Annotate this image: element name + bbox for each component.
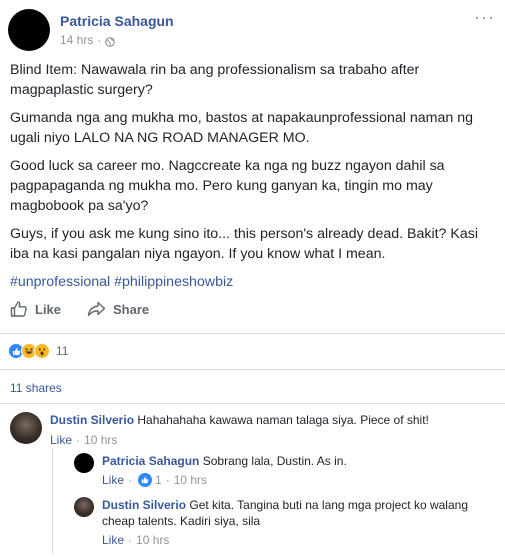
divider [0, 333, 505, 334]
comment-text: Sobrang lala, Dustin. As in. [202, 454, 347, 468]
comment-timestamp[interactable]: 10 hrs [136, 532, 169, 548]
comment-meta: Like · 10 hrs [102, 532, 492, 548]
shares-link[interactable]: 11 shares [10, 381, 62, 395]
post-paragraph: Blind Item: Nawawala rin ba ang professi… [10, 62, 420, 98]
comment-body: Dustin Silverio Hahahahaha kawawa naman … [50, 412, 429, 448]
post-body: Blind Item: Nawawala rin ba ang professi… [10, 60, 498, 300]
like-label: Like [35, 301, 62, 317]
wow-icon [34, 343, 50, 359]
reaction-count: 11 [56, 344, 69, 358]
comment-timestamp[interactable]: 10 hrs [174, 472, 207, 488]
divider [0, 369, 505, 370]
meta-separator: · [76, 433, 81, 447]
commenter-name[interactable]: Dustin Silverio [50, 413, 134, 427]
reply-body: Dustin Silverio Get kita. Tangina buti n… [102, 497, 492, 548]
post-timestamp[interactable]: 14 hrs [60, 32, 93, 48]
reply: Patricia Sahagun Sobrang lala, Dustin. A… [74, 453, 347, 488]
like-button[interactable]: Like [10, 300, 61, 318]
comment-timestamp[interactable]: 10 hrs [84, 432, 117, 448]
globe-icon[interactable] [105, 35, 116, 47]
post-paragraph: Guys, if you ask me kung sino ito... thi… [10, 226, 478, 262]
author-block: Patricia Sahagun 14 hrs · [60, 12, 174, 48]
meta-separator: · [128, 533, 133, 547]
reactions-summary[interactable]: 11 [8, 343, 68, 359]
comment: Dustin Silverio Hahahahaha kawawa naman … [10, 412, 429, 448]
facebook-post: Patricia Sahagun 14 hrs · ··· Blind Item… [0, 0, 505, 557]
reply-thread-line [52, 448, 53, 554]
like-icon [138, 473, 153, 487]
comment-like-link[interactable]: Like [102, 472, 124, 488]
divider [0, 403, 505, 404]
post-paragraph: Gumanda nga ang mukha mo, bastos at napa… [10, 110, 473, 146]
hashtag-link[interactable]: #philippineshowbiz [114, 274, 233, 290]
hashtag-link[interactable]: #unprofessional [10, 274, 110, 290]
author-name[interactable]: Patricia Sahagun [60, 12, 174, 30]
action-bar: Like Share [10, 300, 175, 318]
comment-meta: Like · 1 · 10 hrs [102, 472, 347, 488]
avatar[interactable] [74, 453, 94, 473]
share-button[interactable]: Share [87, 300, 149, 318]
reply-body: Patricia Sahagun Sobrang lala, Dustin. A… [102, 453, 347, 488]
author-avatar[interactable] [8, 9, 50, 51]
meta-separator: · [165, 473, 170, 487]
commenter-name[interactable]: Patricia Sahagun [102, 454, 199, 468]
post-paragraph: Good luck sa career mo. Nagccreate ka ng… [10, 158, 445, 214]
share-arrow-icon [87, 301, 106, 317]
post-hashtags: #unprofessional #philippineshowbiz [10, 272, 498, 292]
more-options-icon[interactable]: ··· [474, 8, 495, 26]
post-header: Patricia Sahagun 14 hrs · [8, 8, 174, 52]
meta-separator: · [97, 33, 102, 47]
post-meta: 14 hrs · [60, 32, 174, 48]
comment-like-link[interactable]: Like [50, 432, 72, 448]
comment-like-count[interactable]: 1 [155, 472, 162, 488]
thumbs-up-icon [10, 301, 27, 317]
comment-meta: Like · 10 hrs [50, 432, 429, 448]
commenter-name[interactable]: Dustin Silverio [102, 498, 186, 512]
share-label: Share [113, 301, 150, 317]
comment-text: Hahahahaha kawawa naman talaga siya. Pie… [137, 413, 429, 427]
reply: Dustin Silverio Get kita. Tangina buti n… [74, 497, 492, 548]
meta-separator: · [128, 473, 133, 487]
avatar[interactable] [74, 497, 94, 517]
avatar[interactable] [10, 412, 42, 444]
comment-like-link[interactable]: Like [102, 532, 124, 548]
